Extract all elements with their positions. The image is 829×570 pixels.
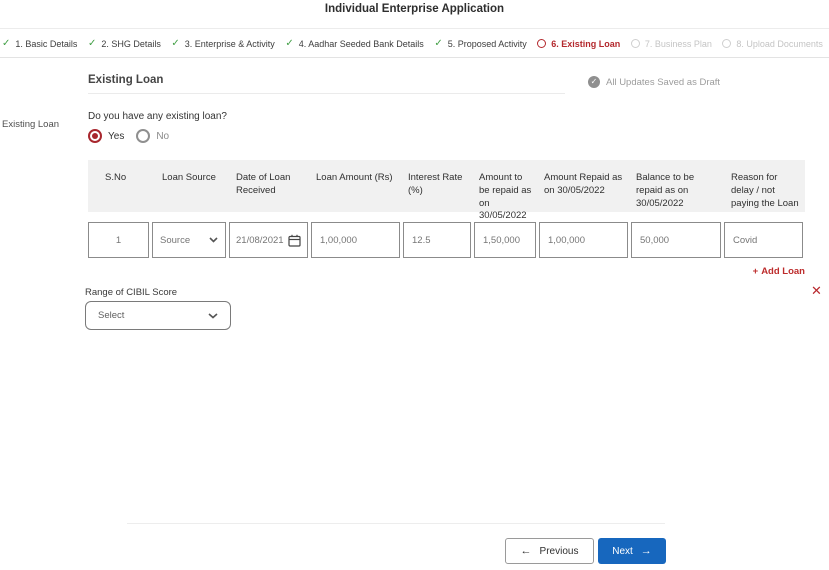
balance-field[interactable]: 50,000: [631, 222, 721, 258]
section-title: Existing Loan: [88, 74, 163, 86]
step-basic-details[interactable]: ✓ 1. Basic Details: [2, 39, 77, 49]
step-label: 7. Business Plan: [645, 39, 712, 49]
add-loan-row: + Add Loan: [88, 261, 805, 279]
col-loan-amount: Loan Amount (Rs): [309, 160, 401, 212]
step-aadhar-seeded-bank-details[interactable]: ✓ 4. Aadhar Seeded Bank Details: [285, 39, 423, 49]
step-upload-documents[interactable]: 8. Upload Documents: [722, 39, 823, 49]
radio-no-circle-icon: [136, 129, 150, 143]
radio-yes-label: Yes: [108, 131, 124, 142]
loan-amount-field[interactable]: 1,00,000: [311, 222, 400, 258]
step-circle-icon: [537, 39, 546, 48]
individual-enterprise-application-page: Individual Enterprise Application ✓ 1. B…: [0, 0, 829, 570]
previous-label: Previous: [540, 546, 579, 557]
footer-divider: [127, 523, 665, 524]
saved-check-icon: ✓: [588, 76, 600, 88]
date-received-value: 21/08/2021: [236, 235, 284, 246]
step-shg-details[interactable]: ✓ 2. SHG Details: [88, 39, 161, 49]
step-label: 5. Proposed Activity: [448, 39, 527, 49]
col-interest-rate: Interest Rate (%): [401, 160, 472, 212]
loan-source-value: Source: [160, 235, 190, 246]
radio-selected-dot: [92, 133, 98, 139]
arrow-right-icon: →: [641, 546, 652, 557]
check-icon: ✓: [434, 39, 442, 49]
chevron-down-icon: [208, 313, 218, 319]
date-received-field[interactable]: 21/08/2021: [229, 222, 308, 258]
radio-no[interactable]: No: [136, 129, 169, 143]
col-amount-to-be-repaid: Amount to be repaid as on 30/05/2022: [472, 160, 538, 212]
step-label: 2. SHG Details: [101, 39, 161, 49]
draft-status: ✓ All Updates Saved as Draft: [588, 76, 720, 88]
cibil-score-label: Range of CIBIL Score: [85, 287, 177, 298]
next-label: Next: [612, 546, 633, 557]
step-existing-loan[interactable]: 6. Existing Loan: [537, 39, 620, 49]
sno-field[interactable]: 1: [88, 222, 149, 258]
plus-icon: +: [753, 266, 759, 277]
cibil-score-select[interactable]: Select: [85, 301, 231, 330]
check-icon: ✓: [171, 39, 179, 49]
existing-loan-radio-group: Yes No: [88, 129, 169, 143]
step-label: 6. Existing Loan: [551, 39, 620, 49]
col-sno: S.No: [88, 160, 152, 212]
col-reason: Reason for delay / not paying the Loan: [723, 160, 805, 212]
col-amount-repaid: Amount Repaid as on 30/05/2022: [538, 160, 630, 212]
add-loan-label: Add Loan: [761, 266, 805, 277]
previous-button[interactable]: ← Previous: [505, 538, 594, 564]
chevron-down-icon: [209, 237, 218, 243]
page-title: Individual Enterprise Application: [325, 0, 504, 28]
loan-source-select[interactable]: Source: [152, 222, 226, 258]
step-label: 1. Basic Details: [15, 39, 77, 49]
step-label: 8. Upload Documents: [736, 39, 823, 49]
existing-loan-question: Do you have any existing loan?: [88, 111, 227, 122]
step-circle-icon: [722, 39, 731, 48]
col-date-received: Date of Loan Received: [228, 160, 309, 212]
draft-status-text: All Updates Saved as Draft: [606, 77, 720, 88]
col-loan-source: Loan Source: [152, 160, 228, 212]
step-proposed-activity[interactable]: ✓ 5. Proposed Activity: [434, 39, 526, 49]
check-icon: ✓: [285, 39, 293, 49]
stepper: ✓ 1. Basic Details ✓ 2. SHG Details ✓ 3.…: [0, 30, 829, 58]
radio-yes[interactable]: Yes: [88, 129, 124, 143]
step-enterprise-activity[interactable]: ✓ 3. Enterprise & Activity: [171, 39, 274, 49]
add-loan-button[interactable]: + Add Loan: [753, 266, 805, 277]
amount-repaid-field[interactable]: 1,00,000: [539, 222, 628, 258]
col-balance: Balance to be repaid as on 30/05/2022: [630, 160, 723, 212]
arrow-left-icon: ←: [521, 546, 532, 557]
step-circle-icon: [631, 39, 640, 48]
close-icon[interactable]: ✕: [811, 284, 822, 297]
next-button[interactable]: Next →: [598, 538, 666, 564]
cibil-selected-value: Select: [98, 310, 124, 321]
step-label: 4. Aadhar Seeded Bank Details: [299, 39, 424, 49]
amount-to-be-repaid-field[interactable]: 1,50,000: [474, 222, 536, 258]
loan-table-row: 1 Source 21/08/2021 1,00,000 12.5 1,50,0…: [88, 222, 805, 258]
top-bar: Individual Enterprise Application: [0, 0, 829, 29]
check-icon: ✓: [88, 39, 96, 49]
radio-yes-circle-icon: [88, 129, 102, 143]
loan-table-header: S.No Loan Source Date of Loan Received L…: [88, 160, 805, 212]
reason-field[interactable]: Covid: [724, 222, 803, 258]
sidebar-item-existing-loan: Existing Loan: [2, 119, 59, 130]
step-business-plan[interactable]: 7. Business Plan: [631, 39, 712, 49]
check-icon: ✓: [2, 39, 10, 49]
section-divider: [88, 93, 565, 94]
step-label: 3. Enterprise & Activity: [185, 39, 275, 49]
radio-no-label: No: [156, 131, 169, 142]
interest-rate-field[interactable]: 12.5: [403, 222, 471, 258]
calendar-icon[interactable]: [288, 234, 301, 247]
